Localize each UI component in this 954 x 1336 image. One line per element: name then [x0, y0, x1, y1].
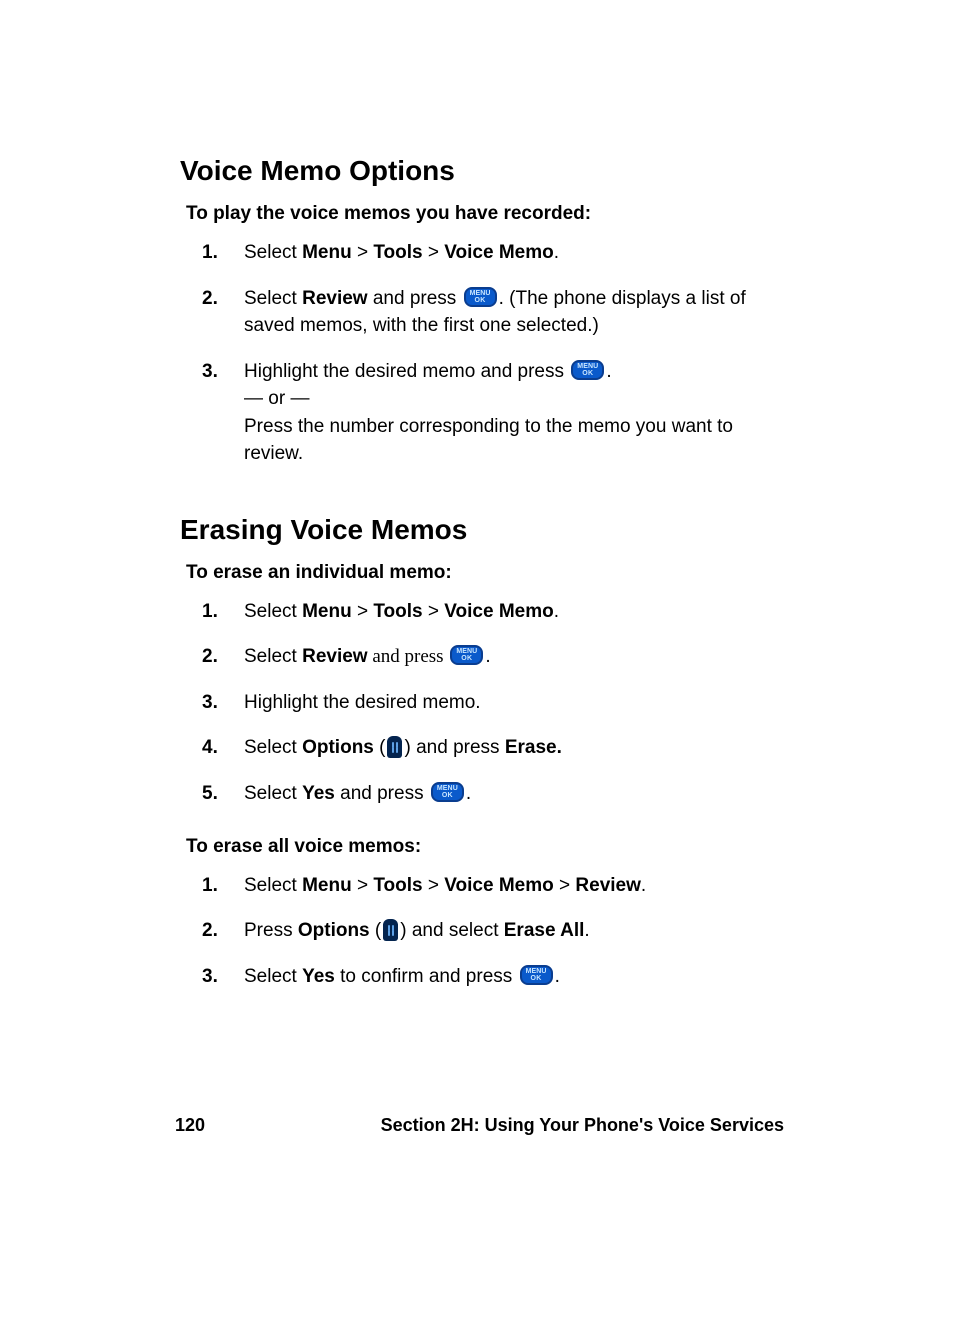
- sep: >: [423, 875, 445, 896]
- step-4: Select Options ( ) and press Erase.: [202, 734, 784, 780]
- section-label: Section 2H: Using Your Phone's Voice Ser…: [381, 1115, 784, 1136]
- bold-erase: Erase.: [505, 737, 562, 758]
- sep: >: [423, 242, 445, 263]
- close-text: ) and press: [404, 737, 504, 758]
- text: .: [606, 361, 611, 382]
- text: Select: [244, 242, 302, 263]
- close-text: ) and select: [400, 920, 504, 941]
- bold-yes: Yes: [302, 783, 335, 804]
- softkey-icon: [383, 919, 398, 941]
- menu-ok-icon: MENUOK: [450, 645, 483, 665]
- bold-tools: Tools: [373, 875, 422, 896]
- or-separator: — or —: [244, 388, 309, 409]
- text: Select: [244, 288, 302, 309]
- bold-tools: Tools: [373, 242, 422, 263]
- bold-yes: Yes: [302, 966, 335, 987]
- suffix: .: [554, 601, 559, 622]
- subhead-erase-all: To erase all voice memos:: [186, 836, 784, 858]
- step-2: Select Review and press MENUOK. (The pho…: [202, 285, 784, 358]
- heading-voice-memo-options: Voice Memo Options: [180, 155, 784, 187]
- step-5: Select Yes and press MENUOK.: [202, 780, 784, 826]
- open-paren: (: [370, 920, 382, 941]
- bold-menu: Menu: [302, 242, 352, 263]
- text: Select: [244, 737, 302, 758]
- softkey-icon: [387, 736, 402, 758]
- steps-play-memos: Select Menu > Tools > Voice Memo. Select…: [202, 239, 784, 486]
- bold-menu: Menu: [302, 601, 352, 622]
- bold-review: Review: [302, 288, 367, 309]
- page-footer: 120 Section 2H: Using Your Phone's Voice…: [0, 1115, 954, 1136]
- bold-options: Options: [302, 737, 374, 758]
- page-number: 120: [175, 1115, 235, 1136]
- bold-options: Options: [298, 920, 370, 941]
- menu-ok-icon: MENUOK: [464, 287, 497, 307]
- sep: >: [352, 242, 374, 263]
- suffix: .: [485, 646, 490, 667]
- bold-voice-memo: Voice Memo: [444, 875, 553, 896]
- text: Highlight the desired memo and press: [244, 361, 569, 382]
- suffix: .: [554, 242, 559, 263]
- step-3: Highlight the desired memo and press MEN…: [202, 358, 784, 486]
- sep: >: [352, 601, 374, 622]
- bold-menu: Menu: [302, 875, 352, 896]
- suffix: .: [466, 783, 471, 804]
- suffix: .: [555, 966, 560, 987]
- steps-erase-all: Select Menu > Tools > Voice Memo > Revie…: [202, 872, 784, 1009]
- step-2: Select Review and press MENUOK.: [202, 643, 784, 689]
- bold-voice-memo: Voice Memo: [444, 601, 553, 622]
- bold-erase-all: Erase All: [504, 920, 585, 941]
- text: Select: [244, 875, 302, 896]
- text: Select: [244, 646, 302, 667]
- step-1: Select Menu > Tools > Voice Memo.: [202, 598, 784, 644]
- menu-ok-icon: MENUOK: [431, 782, 464, 802]
- text: and press: [368, 646, 449, 667]
- sep: >: [554, 875, 576, 896]
- step-1: Select Menu > Tools > Voice Memo > Revie…: [202, 872, 784, 918]
- sep: >: [423, 601, 445, 622]
- subhead-erase-individual: To erase an individual memo:: [186, 562, 784, 584]
- text: and press: [335, 783, 429, 804]
- step-3: Highlight the desired memo.: [202, 689, 784, 735]
- text: Press the number corresponding to the me…: [244, 416, 733, 465]
- text: to confirm and press: [335, 966, 518, 987]
- bold-tools: Tools: [373, 601, 422, 622]
- text: and press: [368, 288, 462, 309]
- menu-ok-icon: MENUOK: [571, 360, 604, 380]
- text: Press: [244, 920, 298, 941]
- suffix: .: [641, 875, 646, 896]
- heading-erasing-voice-memos: Erasing Voice Memos: [180, 514, 784, 546]
- step-2: Press Options ( ) and select Erase All.: [202, 917, 784, 963]
- document-page: Voice Memo Options To play the voice mem…: [0, 0, 954, 1008]
- text: Highlight the desired memo.: [244, 692, 481, 713]
- step-1: Select Menu > Tools > Voice Memo.: [202, 239, 784, 285]
- bold-review: Review: [302, 646, 367, 667]
- open-paren: (: [374, 737, 386, 758]
- subhead-play-memos: To play the voice memos you have recorde…: [186, 203, 784, 225]
- bold-voice-memo: Voice Memo: [444, 242, 553, 263]
- text: Select: [244, 601, 302, 622]
- steps-erase-individual: Select Menu > Tools > Voice Memo. Select…: [202, 598, 784, 826]
- suffix: .: [584, 920, 589, 941]
- text: Select: [244, 783, 302, 804]
- text: Select: [244, 966, 302, 987]
- bold-review: Review: [575, 875, 640, 896]
- step-3: Select Yes to confirm and press MENUOK.: [202, 963, 784, 1009]
- sep: >: [352, 875, 374, 896]
- menu-ok-icon: MENUOK: [520, 965, 553, 985]
